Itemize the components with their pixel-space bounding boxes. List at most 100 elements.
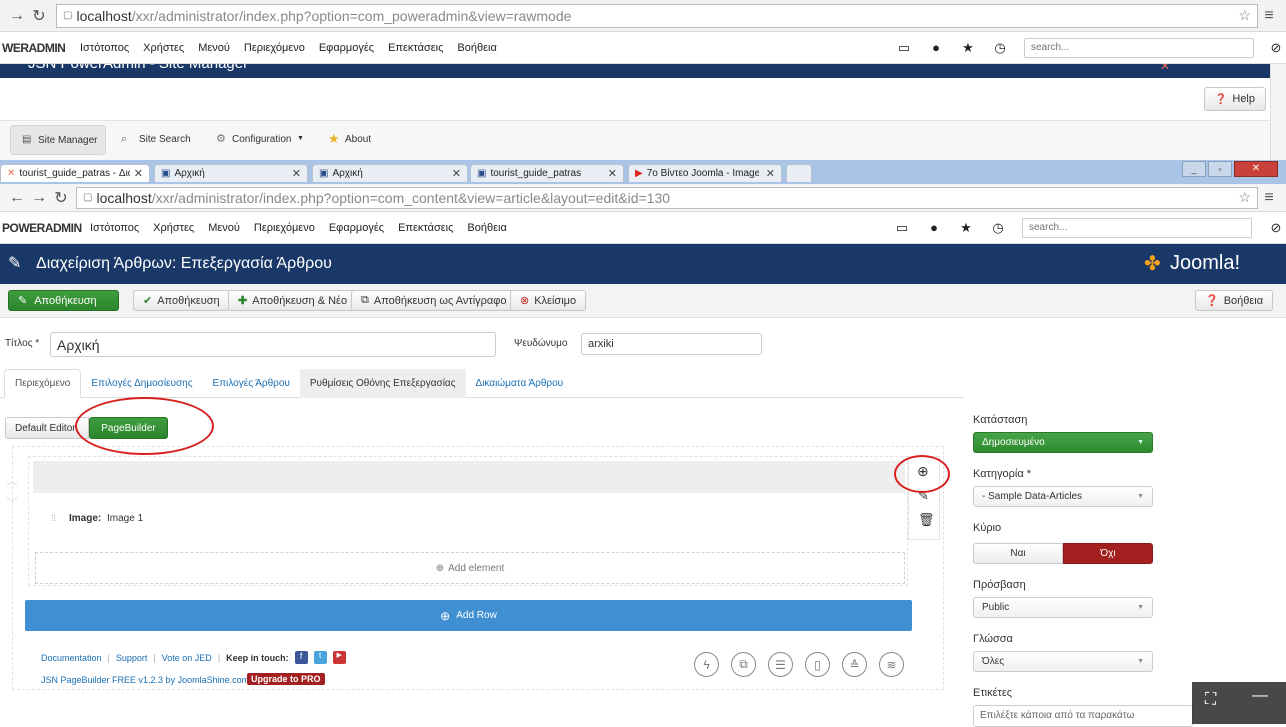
menu-item[interactable]: Περιεχόμενο	[254, 222, 315, 234]
menu-item[interactable]: Επεκτάσεις	[388, 42, 443, 54]
menu-item[interactable]: Περιεχόμενο	[244, 42, 305, 54]
star-icon[interactable]: ★	[950, 220, 982, 236]
menu-item[interactable]: Βοήθεια	[457, 42, 496, 54]
tab-publishing[interactable]: Επιλογές Δημοσίευσης	[81, 369, 202, 398]
subnav-item-configuration[interactable]: Configuration	[232, 134, 291, 145]
menu-item[interactable]: Χρήστες	[143, 42, 184, 54]
tab-article-options[interactable]: Επιλογές Άρθρου	[203, 369, 300, 398]
stack-icon[interactable]: ☰	[768, 652, 793, 677]
close-button[interactable]: ⊗ Κλείσιμο	[510, 290, 587, 311]
close-tab-icon[interactable]: ✕	[452, 167, 461, 180]
save-close-button[interactable]: ✔ Αποθήκευση	[133, 290, 230, 311]
save-button[interactable]: ✎ Αποθήκευση	[8, 290, 119, 311]
close-tab-icon[interactable]: ✕	[134, 167, 143, 180]
settings-check-icon[interactable]: ⊘	[1266, 40, 1286, 56]
restore-icon[interactable]: ▫	[1208, 161, 1232, 177]
youtube-icon[interactable]: ▶	[332, 651, 346, 664]
browser-tab-active[interactable]: ✕ tourist_guide_patras - Διαχείριση✕	[0, 164, 150, 182]
upgrade-button[interactable]: Upgrade to PRO	[247, 673, 325, 685]
close-tab-icon[interactable]: ✕	[608, 167, 617, 180]
alias-input[interactable]	[581, 333, 762, 355]
featured-no-button[interactable]: Όχι	[1063, 543, 1153, 564]
forward-icon[interactable]: →	[28, 189, 50, 207]
language-select[interactable]: Όλες ▼	[973, 651, 1153, 672]
menu-item[interactable]: Εφαρμογές	[329, 222, 384, 234]
url-field-1[interactable]: ▢ localhost/xxr/administrator/index.php?…	[56, 3, 1258, 28]
save-new-button[interactable]: ✚ Αποθήκευση & Νέο	[228, 290, 358, 311]
close-window-icon[interactable]: ✕	[1234, 161, 1278, 177]
search-input-1[interactable]	[1024, 37, 1254, 58]
subnav-item-site-search[interactable]: Site Search	[139, 134, 191, 145]
add-row-button[interactable]: ⊕ Add Row	[25, 600, 912, 631]
browser-tab[interactable]: ▣ tourist_guide_patras ✕	[470, 164, 624, 182]
mobile-icon[interactable]: ▯	[805, 652, 830, 677]
tab-editor-screen[interactable]: Ρυθμίσεις Οθόνης Επεξεργασίας	[299, 369, 466, 398]
layers-icon[interactable]: ⧉	[731, 652, 756, 677]
new-tab-button[interactable]	[786, 164, 812, 182]
tab-permissions[interactable]: Δικαιώματα Άρθρου	[466, 369, 574, 398]
access-select[interactable]: Public ▼	[973, 597, 1153, 618]
close-tab-icon[interactable]: ✕	[766, 167, 775, 180]
bookmark-star-icon[interactable]: ☆	[1238, 189, 1251, 206]
help-button[interactable]: ❓ Help	[1203, 87, 1266, 111]
menu-item[interactable]: Μενού	[198, 42, 230, 54]
close-tab-icon[interactable]: ✕	[292, 167, 301, 180]
status-select[interactable]: Δημοσιευμένο ▼	[973, 432, 1153, 453]
trash-icon[interactable]: 🗑	[918, 512, 935, 528]
twitter-icon[interactable]: t	[313, 651, 327, 664]
brand-logo[interactable]: POWERADMIN	[0, 221, 90, 235]
clock-icon[interactable]: ◷	[982, 220, 1014, 236]
subnav-item-about[interactable]: About	[345, 134, 371, 145]
forward-icon[interactable]: →	[6, 7, 28, 25]
support-link[interactable]: Support	[116, 653, 148, 663]
lightning-icon[interactable]: ϟ	[694, 652, 719, 677]
menu-item[interactable]: Χρήστες	[153, 222, 194, 234]
menu-item[interactable]: Επεκτάσεις	[398, 222, 453, 234]
element-name[interactable]: Image 1	[107, 513, 143, 524]
fullscreen-icon[interactable]: ⛶	[1205, 691, 1216, 709]
chrome-menu-icon[interactable]: ≡	[1258, 189, 1280, 207]
settings-check-icon[interactable]: ⊘	[1266, 220, 1286, 236]
subnav-item-site-manager[interactable]: ▤ Site Manager	[10, 125, 106, 155]
documentation-link[interactable]: Documentation	[41, 653, 102, 663]
scrollbar-1[interactable]	[1270, 64, 1286, 160]
brand-logo[interactable]: WERADMIN	[0, 41, 80, 55]
featured-yes-button[interactable]: Ναι	[973, 543, 1063, 564]
tab-content[interactable]: Περιεχόμενο	[4, 369, 82, 398]
monitor-icon[interactable]: ▭	[886, 220, 918, 236]
add-element-button[interactable]: ⊕ Add element	[35, 552, 905, 584]
triangle-stack-icon[interactable]: ≙	[842, 652, 867, 677]
monitor-icon[interactable]: ▭	[888, 40, 920, 56]
row-move-arrows-icon[interactable]: ︿ ﹀	[0, 470, 24, 520]
vote-jed-link[interactable]: Vote on JED	[162, 653, 212, 663]
back-icon[interactable]: ←	[6, 189, 28, 207]
help-button-2[interactable]: ❓ Βοήθεια	[1195, 290, 1274, 311]
url-field-2[interactable]: ▢ localhost/xxr/administrator/index.php?…	[76, 186, 1258, 209]
browser-tab[interactable]: ▣ Αρχική ✕	[312, 164, 468, 182]
minimize-icon[interactable]: _	[1182, 161, 1206, 177]
reload-icon[interactable]: ↻	[28, 6, 50, 26]
facebook-icon[interactable]: f	[294, 651, 308, 664]
browser-tab[interactable]: ▣ Αρχική ✕	[154, 164, 308, 182]
save-copy-button[interactable]: ⧉ Αποθήκευση ως Αντίγραφο	[351, 290, 517, 311]
search-input-2[interactable]	[1022, 217, 1252, 238]
user-icon[interactable]: ●	[920, 40, 952, 55]
star-icon[interactable]: ★	[952, 40, 984, 56]
browser-tab[interactable]: ▶ 7ο Βίντεο Joomla - Image ✕	[628, 164, 782, 182]
menu-item[interactable]: Βοήθεια	[467, 222, 506, 234]
drag-handle-icon[interactable]: ⁞⁞	[51, 513, 56, 523]
chrome-menu-icon[interactable]: ≡	[1258, 7, 1280, 25]
bookmark-star-icon[interactable]: ☆	[1238, 7, 1251, 24]
version-text[interactable]: JSN PageBuilder FREE v1.2.3 by JoomlaShi…	[41, 675, 249, 685]
layers-stack-icon[interactable]: ≋	[879, 652, 904, 677]
category-select[interactable]: - Sample Data-Articles ▼	[973, 486, 1153, 507]
user-icon[interactable]: ●	[918, 220, 950, 235]
menu-item[interactable]: Εφαρμογές	[319, 42, 374, 54]
menu-item[interactable]: Μενού	[208, 222, 240, 234]
menu-item[interactable]: Ιστότοπος	[80, 42, 129, 54]
menu-item[interactable]: Ιστότοπος	[90, 222, 139, 234]
minimize-bar-icon[interactable]: —	[1252, 687, 1268, 705]
reload-icon[interactable]: ↻	[50, 188, 72, 208]
title-input[interactable]	[50, 332, 496, 357]
clock-icon[interactable]: ◷	[984, 40, 1016, 56]
